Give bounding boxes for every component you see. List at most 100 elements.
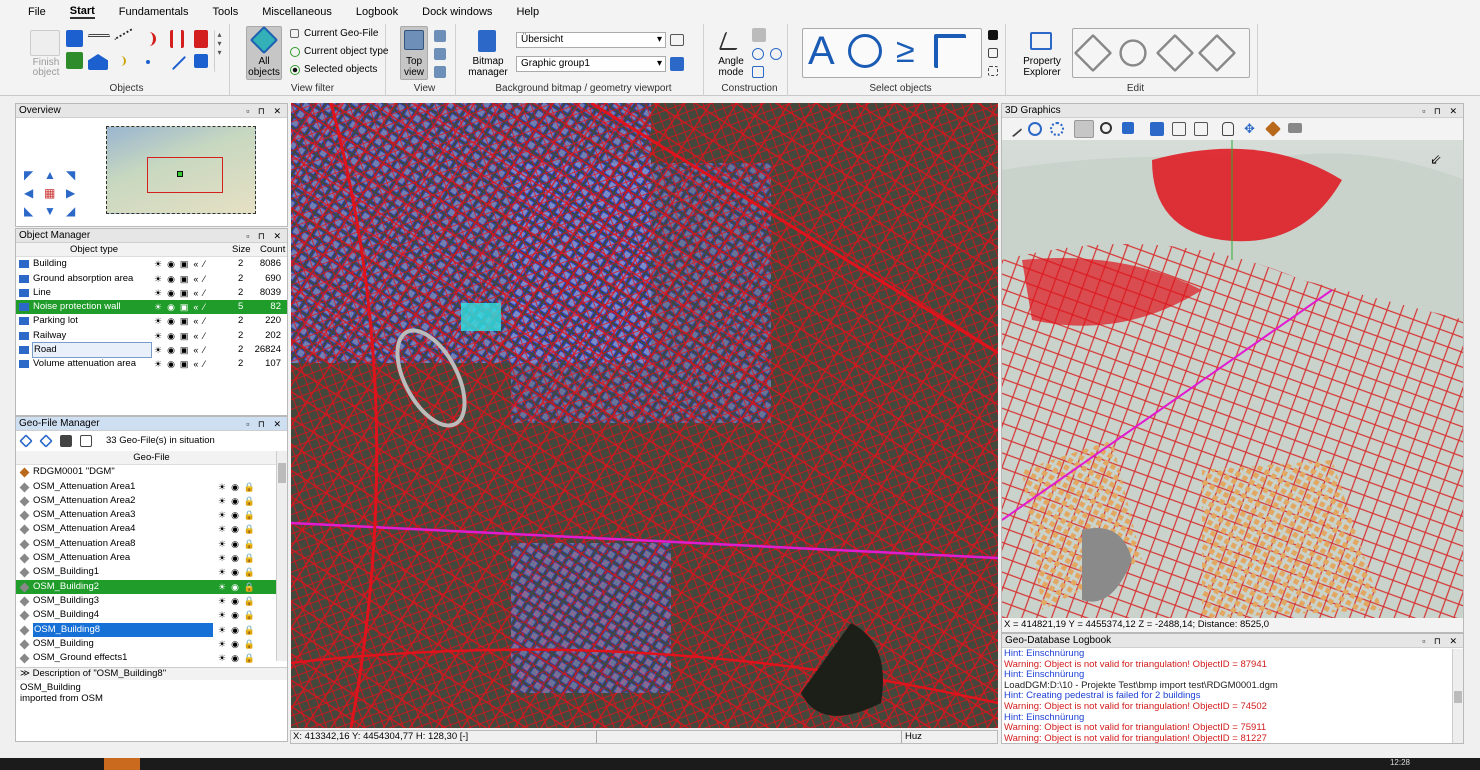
construction-line-icon[interactable] xyxy=(752,28,766,42)
geo-file-row[interactable]: OSM_Building8 ☀◉🔒 xyxy=(16,622,287,637)
viewport-icon[interactable] xyxy=(670,57,684,71)
line-tool-icon[interactable] xyxy=(171,55,187,71)
menu-item-tools[interactable]: Tools xyxy=(213,6,239,18)
pointer-hand-icon[interactable] xyxy=(1222,122,1234,136)
selected-objects-label[interactable]: Selected objects xyxy=(304,64,377,75)
visibility-toggles[interactable]: ☀◉▣«⁄ xyxy=(154,272,210,286)
object-type-row[interactable]: Volume attenuation area ☀◉▣«⁄ 2 107 xyxy=(16,357,287,371)
object-type-size[interactable]: 2 xyxy=(238,286,243,300)
geo-file-row[interactable]: OSM_Building2 ☀◉🔒 xyxy=(16,579,287,594)
settings-icon[interactable] xyxy=(1050,122,1064,136)
object-type-size[interactable]: 5 xyxy=(238,300,243,314)
visibility-toggles[interactable]: ☀◉▣«⁄ xyxy=(154,300,210,314)
object-type-size[interactable]: 2 xyxy=(238,329,243,343)
menu-item-start[interactable]: Start xyxy=(69,5,95,19)
cube-solid-icon[interactable] xyxy=(1150,122,1164,136)
greater-equal-icon[interactable]: ≥ xyxy=(896,32,915,70)
selected-objects-radio[interactable] xyxy=(290,65,300,75)
dash-select-icon[interactable] xyxy=(988,66,998,76)
graphics-3d-view[interactable]: ⇙ xyxy=(1002,140,1463,618)
graphic-group-select[interactable]: Graphic group1 ▾ xyxy=(516,56,666,72)
geo-file-toggles[interactable]: ☀◉🔒 xyxy=(218,522,260,536)
pencil-icon[interactable] xyxy=(1005,120,1023,138)
geo-file-row[interactable]: OSM_Attenuation Area8 ☀◉🔒 xyxy=(16,537,287,551)
object-type-row[interactable]: Parking lot ☀◉▣«⁄ 2 220 xyxy=(16,314,287,328)
cube-side-icon[interactable] xyxy=(1194,122,1208,136)
finish-object-label[interactable]: Finish object xyxy=(28,58,64,78)
current-geo-file-icon[interactable] xyxy=(290,29,299,38)
geo-file-toggles[interactable]: ☀◉🔒 xyxy=(218,551,260,565)
bitmap-select[interactable]: Übersicht ▾ xyxy=(516,32,666,48)
diamond-icon[interactable] xyxy=(1265,121,1281,137)
menu-item-logbook[interactable]: Logbook xyxy=(356,6,398,18)
geo-file-row[interactable]: OSM_Attenuation Area4 ☀◉🔒 xyxy=(16,522,287,536)
panel-buttons[interactable]: ▫ ⊓ ✕ xyxy=(1422,634,1460,648)
geo-file-row[interactable]: OSM_Attenuation Area1 ☀◉🔒 xyxy=(16,480,287,494)
circle-icon[interactable] xyxy=(752,48,764,60)
road-tool-icon[interactable] xyxy=(88,34,110,42)
overview-map[interactable] xyxy=(106,126,256,214)
object-type-row[interactable]: Line ☀◉▣«⁄ 2 8039 xyxy=(16,286,287,300)
geo-file-toggles[interactable]: ☀◉🔒 xyxy=(218,608,260,622)
object-type-row[interactable]: Building ☀◉▣«⁄ 2 8086 xyxy=(16,257,287,271)
overview-viewport-rect[interactable] xyxy=(147,157,223,193)
object-type-row[interactable]: Ground absorption area ☀◉▣«⁄ 2 690 xyxy=(16,272,287,286)
geo-file-row[interactable]: OSM_Building1 ☀◉🔒 xyxy=(16,565,287,579)
geo-file-toggles[interactable]: ☀◉🔒 xyxy=(218,623,260,637)
object-type-size[interactable]: 2 xyxy=(238,272,243,286)
menu-item-file[interactable]: File xyxy=(28,6,46,18)
current-object-type-label[interactable]: Current object type xyxy=(304,46,389,57)
object-type-row[interactable]: Noise protection wall ☀◉▣«⁄ 5 82 xyxy=(16,300,287,315)
panel-buttons[interactable]: ▫ ⊓ ✕ xyxy=(246,104,284,118)
object-type-size[interactable]: 2 xyxy=(238,314,243,328)
panel-buttons[interactable]: ▫ ⊓ ✕ xyxy=(1422,104,1460,118)
pan-arrows-icon[interactable]: ◤ ▲ ◥ ◀ ▦ ▶ ◣ ▼ ◢ xyxy=(22,160,82,220)
objects-scroll-icon[interactable]: ▴ ▾ ▾ xyxy=(214,30,224,72)
zoom-icon[interactable] xyxy=(1100,122,1112,134)
move-icon[interactable]: ✥ xyxy=(1244,122,1258,136)
main-map-viewport[interactable] xyxy=(291,103,998,728)
wall-tool-icon[interactable] xyxy=(170,30,184,48)
point-source-tool-icon[interactable] xyxy=(116,56,126,66)
no-select-icon[interactable] xyxy=(848,34,882,68)
save-icon[interactable] xyxy=(60,435,72,447)
logbook-scrollbar[interactable] xyxy=(1452,649,1463,743)
rect-icon[interactable] xyxy=(752,66,764,78)
current-geo-file-label[interactable]: Current Geo-File xyxy=(304,28,378,39)
point-tool-icon[interactable] xyxy=(146,60,150,64)
visibility-toggles[interactable]: ☀◉▣«⁄ xyxy=(154,314,210,328)
view-cube-icon[interactable] xyxy=(434,30,446,42)
menu-item-help[interactable]: Help xyxy=(516,6,539,18)
geo-file-row[interactable]: OSM_Attenuation Area3 ☀◉🔒 xyxy=(16,508,287,522)
panel-buttons[interactable]: ▫ ⊓ ✕ xyxy=(246,417,284,431)
railway-tool-icon[interactable] xyxy=(113,27,141,51)
geo-file-row[interactable]: OSM_Ground effects1 ☀◉🔒 xyxy=(16,651,287,665)
fill-select-icon[interactable] xyxy=(988,30,998,40)
object-type-size[interactable]: 2 xyxy=(238,357,243,371)
menu-item-fundamentals[interactable]: Fundamentals xyxy=(119,6,189,18)
geo-file-row[interactable]: OSM_Attenuation Area ☀◉🔒 xyxy=(16,551,287,565)
geo-file-toggles[interactable]: ☀◉🔒 xyxy=(218,480,260,494)
screen-icon[interactable] xyxy=(1288,123,1302,133)
angle-mode-label[interactable]: Angle mode xyxy=(714,56,748,78)
parking-tool-icon[interactable] xyxy=(66,30,83,47)
remove-geo-file-icon[interactable] xyxy=(39,434,53,448)
area-tool-icon[interactable] xyxy=(194,54,208,68)
fit-icon[interactable] xyxy=(1122,122,1134,134)
building-tool-icon[interactable] xyxy=(88,54,108,70)
cube-wire-icon[interactable] xyxy=(1172,122,1186,136)
object-type-row[interactable]: Railway ☀◉▣«⁄ 2 202 xyxy=(16,329,287,343)
add-geo-file-icon[interactable] xyxy=(19,434,33,448)
edit-icon[interactable] xyxy=(80,435,92,447)
ground-tool-icon[interactable] xyxy=(66,52,83,69)
menu-item-miscellaneous[interactable]: Miscellaneous xyxy=(262,6,332,18)
geo-file-toggles[interactable]: ☀◉🔒 xyxy=(218,594,260,608)
barrier-tool-icon[interactable] xyxy=(194,30,208,48)
rotate-icon[interactable] xyxy=(1028,122,1042,136)
text-select-icon[interactable]: A xyxy=(808,28,835,74)
geo-file-row[interactable]: OSM_Building4 ☀◉🔒 xyxy=(16,608,287,622)
current-object-type-radio[interactable] xyxy=(290,47,300,57)
visibility-toggles[interactable]: ☀◉▣«⁄ xyxy=(154,329,210,343)
visibility-toggles[interactable]: ☀◉▣«⁄ xyxy=(154,343,210,357)
geo-file-row[interactable]: OSM_Attenuation Area2 ☀◉🔒 xyxy=(16,494,287,508)
